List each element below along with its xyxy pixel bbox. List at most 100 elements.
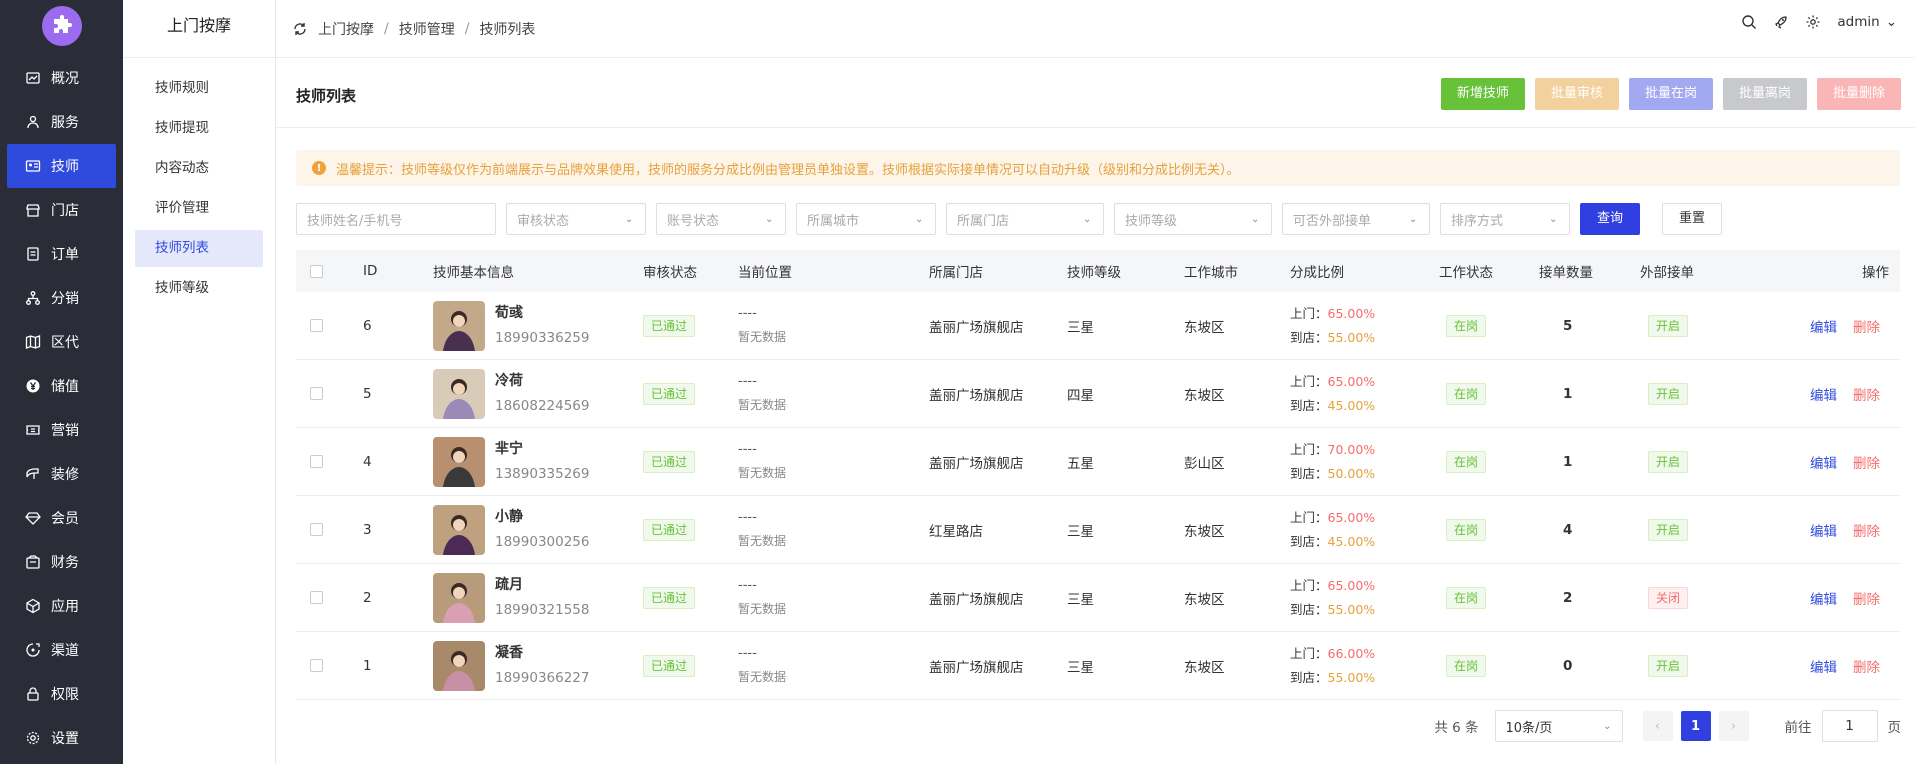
edit-link[interactable]: 编辑 (1810, 316, 1837, 336)
shop-ratio-label: 到店： (1290, 329, 1328, 345)
sub-sidebar-title: 上门按摩 (123, 0, 275, 58)
audit-status-badge: 已通过 (643, 382, 696, 405)
user-menu[interactable]: admin ⌄ (1837, 14, 1897, 30)
delete-link[interactable]: 删除 (1853, 452, 1880, 472)
avatar (433, 504, 485, 555)
submenu-item[interactable]: 技师规则 (135, 70, 263, 107)
nav-item[interactable]: 概况 (7, 56, 116, 100)
submenu-item[interactable]: 技师等级 (135, 270, 263, 307)
table-row: 6 荀彧 18990336259 已通过 ---- 暂无数据 盖丽广场旗舰店 三星 东坡区 上门：… (296, 292, 1900, 360)
filter-select[interactable]: 所属门店 ⌄ (946, 203, 1104, 235)
row-checkbox[interactable] (310, 564, 323, 631)
filter-select[interactable]: 排序方式 ⌄ (1440, 203, 1570, 235)
filter-select[interactable]: 审核状态 ⌄ (506, 203, 646, 235)
rocket-icon[interactable] (1773, 14, 1789, 30)
filter-select-placeholder: 所属城市 (807, 213, 860, 229)
nav-item[interactable]: 订单 (7, 232, 116, 276)
filter-select-placeholder: 技师等级 (1125, 213, 1178, 229)
external-order-badge: 开启 (1648, 314, 1689, 337)
nav-item[interactable]: 设置 (7, 716, 116, 760)
reset-button[interactable]: 重置 (1662, 203, 1722, 235)
avatar (433, 368, 485, 419)
nav-item[interactable]: 应用 (7, 584, 116, 628)
breadcrumb-item[interactable]: 上门按摩 (318, 19, 374, 39)
submenu-item[interactable]: 内容动态 (135, 150, 263, 187)
page-number-current[interactable]: 1 (1680, 711, 1711, 741)
order-count: 0 (1563, 657, 1573, 674)
nav-item-label: 区代 (51, 335, 79, 351)
header-action-button[interactable]: 批量离岗 (1722, 78, 1807, 110)
nav-item[interactable]: 渠道 (7, 628, 116, 672)
filter-select[interactable]: 账号状态 ⌄ (656, 203, 786, 235)
header-action-button[interactable]: 批量在岗 (1628, 78, 1713, 110)
header-action-button[interactable]: 新增技师 (1440, 78, 1525, 110)
nav-item-label: 订单 (51, 247, 79, 263)
nav-item[interactable]: 服务 (7, 100, 116, 144)
nav-item[interactable]: 权限 (7, 672, 116, 716)
filter-select[interactable]: 可否外部接单 ⌄ (1282, 203, 1430, 235)
edit-link[interactable]: 编辑 (1810, 520, 1837, 540)
next-page-button[interactable]: › (1718, 711, 1749, 741)
filter-select[interactable]: 所属城市 ⌄ (796, 203, 936, 235)
delete-link[interactable]: 删除 (1853, 588, 1880, 608)
store-icon (26, 204, 40, 217)
row-id: 6 (363, 317, 372, 334)
row-checkbox[interactable] (310, 292, 323, 359)
nav-item[interactable]: 区代 (7, 320, 116, 364)
submenu-item[interactable]: 技师提现 (135, 110, 263, 147)
submenu-item[interactable]: 评价管理 (135, 190, 263, 227)
nav-item[interactable]: 储值 (7, 364, 116, 408)
nav-item[interactable]: 技师 (7, 144, 116, 188)
select-all-checkbox[interactable] (310, 250, 323, 292)
col-ops: 操作 (1862, 265, 1889, 281)
refresh-icon[interactable] (292, 21, 308, 37)
store-name: 盖丽广场旗舰店 (929, 387, 1024, 404)
home-ratio-value: 66.00% (1327, 645, 1376, 661)
nav-item[interactable]: 营销 (7, 408, 116, 452)
notice-text: 温馨提示：技师等级仅作为前端展示与品牌效果使用，技师的服务分成比例由管理员单独设… (336, 162, 1240, 178)
edit-link[interactable]: 编辑 (1810, 452, 1837, 472)
edit-link[interactable]: 编辑 (1810, 656, 1837, 676)
row-checkbox[interactable] (310, 428, 323, 495)
submenu-item[interactable]: 技师列表 (135, 230, 263, 267)
breadcrumb-separator: / (384, 20, 389, 37)
external-order-badge: 开启 (1648, 518, 1689, 541)
header-action-button[interactable]: 批量删除 (1816, 78, 1901, 110)
location-value: ---- (738, 578, 757, 593)
breadcrumb: 上门按摩 / 技师管理 / 技师列表 (318, 19, 535, 39)
prev-page-button[interactable]: ‹ (1642, 711, 1673, 741)
main-sidebar: 概况 服务 技师门店订单分销区代储值 营销 装修 会员 财务 应用 渠道 权限 设置 (0, 0, 123, 764)
city-value: 东坡区 (1184, 387, 1225, 404)
filter-select[interactable]: 技师等级 ⌄ (1114, 203, 1272, 235)
technician-table: ID 技师基本信息 审核状态 当前位置 所属门店 技师等级 工作城市 分成比例 … (296, 250, 1900, 700)
query-button[interactable]: 查询 (1580, 203, 1640, 235)
nav-item[interactable]: 装修 (7, 452, 116, 496)
col-city: 工作城市 (1184, 265, 1238, 281)
row-checkbox[interactable] (310, 632, 323, 699)
goto-page-input[interactable]: 1 (1821, 710, 1878, 742)
technician-name: 凝香 (495, 645, 523, 661)
nav-item[interactable]: 会员 (7, 496, 116, 540)
delete-link[interactable]: 删除 (1853, 656, 1880, 676)
search-icon[interactable] (1741, 14, 1757, 30)
edit-link[interactable]: 编辑 (1810, 384, 1837, 404)
search-input[interactable]: 技师姓名/手机号 (296, 203, 496, 235)
delete-link[interactable]: 删除 (1853, 316, 1880, 336)
technician-name: 小静 (495, 509, 523, 525)
page-size-select[interactable]: 10条/页 ⌄ (1494, 710, 1623, 742)
row-checkbox[interactable] (310, 360, 323, 427)
breadcrumb-item[interactable]: 技师管理 (399, 19, 455, 39)
gear-icon[interactable] (1805, 14, 1821, 30)
nav-item[interactable]: 分销 (7, 276, 116, 320)
edit-link[interactable]: 编辑 (1810, 588, 1837, 608)
header-action-button[interactable]: 批量审核 (1534, 78, 1619, 110)
nav-item[interactable]: 门店 (7, 188, 116, 232)
delete-link[interactable]: 删除 (1853, 384, 1880, 404)
order-count: 4 (1563, 521, 1573, 538)
row-checkbox[interactable] (310, 496, 323, 563)
nav-item[interactable]: 财务 (7, 540, 116, 584)
delete-link[interactable]: 删除 (1853, 520, 1880, 540)
technician-name: 荀彧 (495, 305, 523, 321)
logo[interactable] (41, 6, 82, 46)
nav-item-label: 门店 (51, 203, 79, 219)
